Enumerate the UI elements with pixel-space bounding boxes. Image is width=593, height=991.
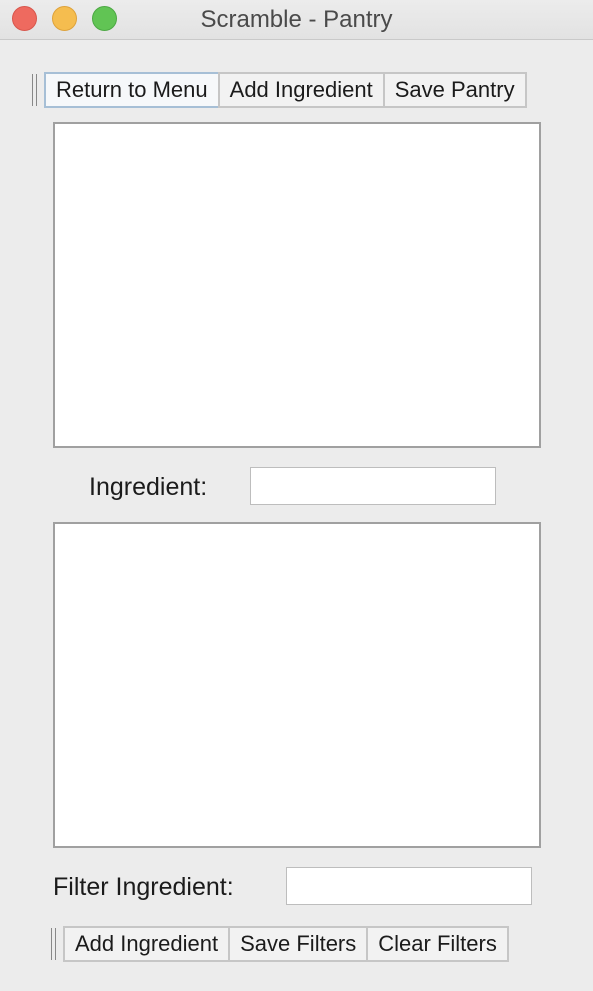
ingredient-input[interactable] <box>250 467 496 505</box>
pantry-ingredient-list[interactable] <box>53 122 541 448</box>
filter-ingredient-label: Filter Ingredient: <box>53 873 234 901</box>
window-title: Scramble - Pantry <box>200 6 393 33</box>
bottom-toolbar: Add Ingredient Save Filters Clear Filter… <box>49 926 509 962</box>
add-ingredient-button[interactable]: Add Ingredient <box>217 72 385 108</box>
clear-filters-button[interactable]: Clear Filters <box>366 926 509 962</box>
filter-ingredient-input[interactable] <box>286 867 532 905</box>
title-bar: Scramble - Pantry <box>0 0 593 40</box>
filter-ingredient-list[interactable] <box>53 522 541 848</box>
top-toolbar: Return to Menu Add Ingredient Save Pantr… <box>30 72 527 108</box>
return-to-menu-button[interactable]: Return to Menu <box>44 72 220 108</box>
pantry-window: Scramble - Pantry Return to Menu Add Ing… <box>0 0 593 991</box>
save-filters-button[interactable]: Save Filters <box>228 926 369 962</box>
ingredient-label: Ingredient: <box>89 473 208 501</box>
toolbar-drag-handle[interactable] <box>30 72 40 108</box>
save-pantry-button[interactable]: Save Pantry <box>382 72 527 108</box>
toolbar-drag-handle[interactable] <box>49 926 59 962</box>
add-filter-ingredient-button[interactable]: Add Ingredient <box>63 926 231 962</box>
